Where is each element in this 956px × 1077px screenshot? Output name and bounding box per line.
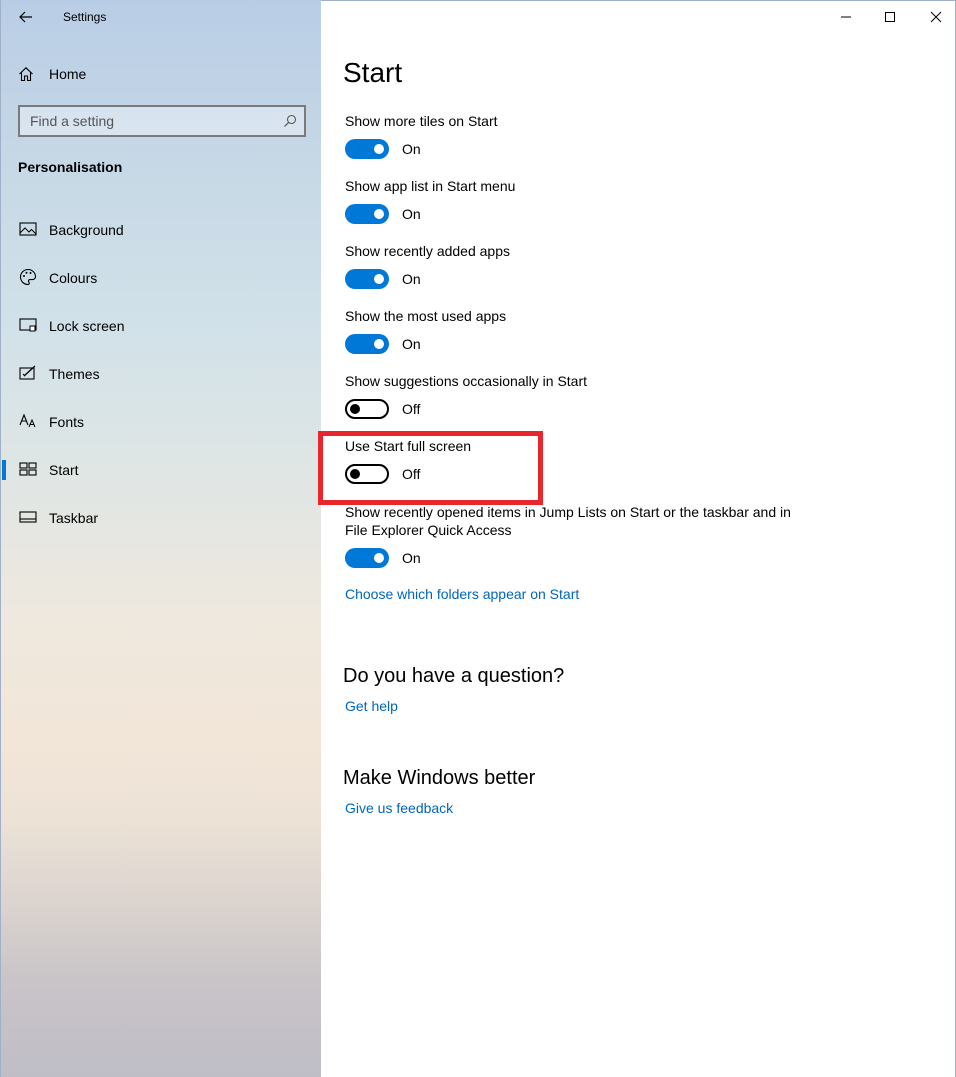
sidebar-nav: Background Colours Lock screen Themes Fo… — [1, 206, 322, 542]
toggle-knob — [350, 404, 360, 414]
palette-icon — [18, 267, 38, 287]
taskbar-icon — [18, 507, 38, 527]
give-feedback-link[interactable]: Give us feedback — [345, 800, 453, 816]
sidebar-item-colours[interactable]: Colours — [1, 254, 322, 302]
home-label: Home — [49, 66, 87, 82]
toggle-switch[interactable] — [345, 139, 389, 159]
choose-folders-link[interactable]: Choose which folders appear on Start — [345, 586, 579, 602]
themes-icon — [18, 363, 38, 383]
sidebar-item-label: Themes — [49, 366, 100, 382]
sidebar-item-lock-screen[interactable]: Lock screen — [1, 302, 322, 350]
start-icon — [18, 459, 38, 479]
setting-jump-lists: Show recently opened items in Jump Lists… — [345, 503, 805, 568]
home-nav-item[interactable]: Home — [18, 62, 86, 86]
setting-most-used: Show the most used apps On — [345, 307, 805, 354]
toggle-state: On — [402, 206, 421, 222]
setting-label: Show recently added apps — [345, 243, 510, 259]
window-title: Settings — [63, 10, 107, 24]
setting-app-list: Show app list in Start menu On — [345, 177, 805, 224]
toggle-knob — [374, 339, 384, 349]
search-input[interactable] — [20, 112, 276, 130]
toggle-state: On — [402, 271, 421, 287]
setting-recently-added: Show recently added apps On — [345, 242, 805, 289]
setting-label: Show suggestions occasionally in Start — [345, 373, 588, 389]
search-box[interactable] — [18, 105, 306, 137]
sidebar-item-label: Fonts — [49, 414, 85, 430]
toggle-switch[interactable] — [345, 204, 389, 224]
question-heading: Do you have a question? — [343, 665, 565, 687]
toggle-switch[interactable] — [345, 548, 389, 568]
sidebar-item-label: Taskbar — [49, 510, 99, 526]
toggle-state: On — [402, 550, 421, 566]
setting-label: Show app list in Start menu — [345, 178, 516, 194]
home-icon — [19, 67, 33, 82]
sidebar-item-label: Background — [49, 222, 124, 238]
back-button[interactable] — [13, 4, 39, 30]
page-title: Start — [343, 57, 403, 88]
section-title: Personalisation — [18, 159, 123, 175]
toggle-knob — [374, 144, 384, 154]
toggle-switch[interactable] — [345, 399, 389, 419]
sidebar-item-fonts[interactable]: Fonts — [1, 398, 322, 446]
get-help-link[interactable]: Get help — [345, 698, 398, 714]
active-indicator — [2, 460, 6, 480]
search-button[interactable] — [276, 114, 304, 128]
setting-more-tiles: Show more tiles on Start On — [345, 112, 805, 159]
sidebar-item-label: Lock screen — [49, 318, 125, 334]
sidebar-item-background[interactable]: Background — [1, 206, 322, 254]
toggle-switch[interactable] — [345, 269, 389, 289]
fonts-icon — [18, 411, 38, 431]
search-icon — [284, 114, 297, 127]
toggle-state: On — [402, 141, 421, 157]
toggle-knob — [374, 209, 384, 219]
sidebar-item-label: Colours — [49, 270, 98, 286]
setting-suggestions: Show suggestions occasionally in Start O… — [345, 372, 805, 419]
toggle-state: On — [402, 336, 421, 352]
setting-label: Show more tiles on Start — [345, 113, 498, 129]
sidebar-item-start[interactable]: Start — [1, 446, 322, 494]
sidebar-item-taskbar[interactable]: Taskbar — [1, 494, 322, 542]
back-arrow-icon — [19, 11, 32, 23]
main-content: Start Show more tiles on Start On Show a… — [321, 0, 956, 1077]
settings-window: Settings Home Personalisation Bac — [0, 0, 956, 1077]
sidebar-item-label: Start — [49, 462, 79, 478]
sidebar: Settings Home Personalisation Bac — [0, 0, 321, 1077]
picture-icon — [18, 219, 38, 239]
setting-label: Show recently opened items in Jump Lists… — [345, 504, 791, 538]
toggle-state: Off — [402, 401, 421, 417]
toggle-knob — [374, 274, 384, 284]
sidebar-item-themes[interactable]: Themes — [1, 350, 322, 398]
feedback-heading: Make Windows better — [343, 767, 536, 789]
toggle-switch[interactable] — [345, 334, 389, 354]
setting-label: Show the most used apps — [345, 308, 507, 324]
toggle-knob — [374, 553, 384, 563]
lock-screen-icon — [18, 315, 38, 335]
highlight-annotation — [318, 431, 543, 505]
